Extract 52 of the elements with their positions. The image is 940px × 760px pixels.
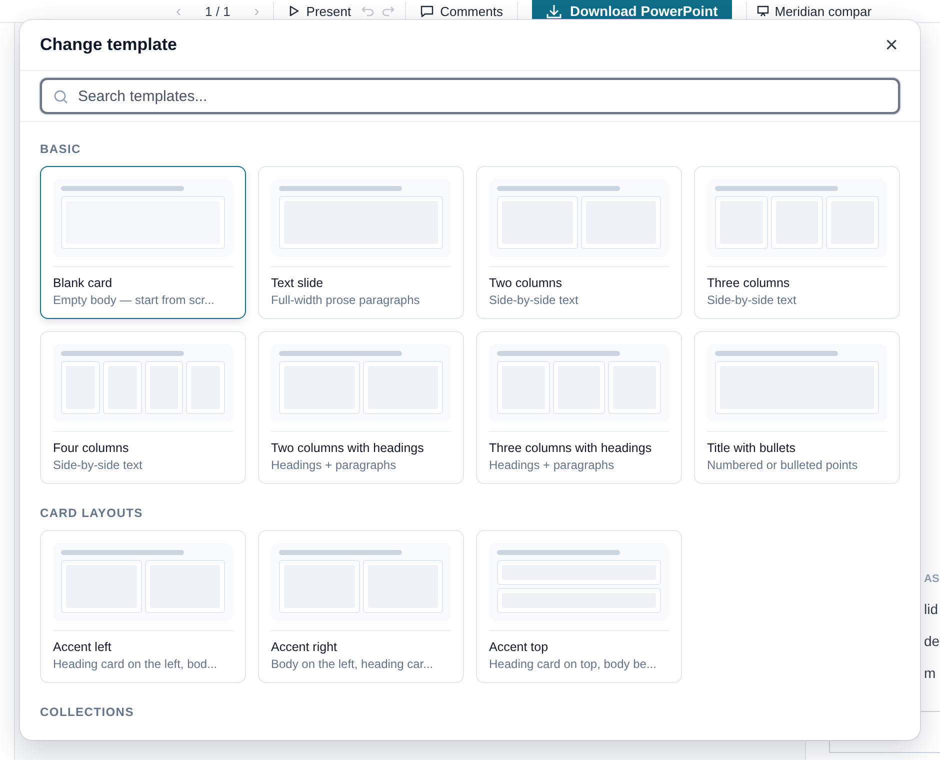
- card-title: Blank card: [53, 266, 233, 290]
- section-heading: BASIC: [40, 142, 82, 156]
- card-title: Three columns with headings: [489, 431, 669, 455]
- card-description: Side-by-side text: [489, 293, 580, 307]
- speech-bubble-icon: [420, 4, 434, 18]
- card-title: Accent right: [271, 630, 451, 654]
- card-title: Title with bullets: [707, 431, 887, 455]
- card-description: Full-width prose paragraphs: [271, 293, 421, 307]
- card-description: Heading card on the left, bod...: [53, 657, 218, 671]
- comments-button[interactable]: Comments: [420, 4, 503, 18]
- page-counter: 1 / 1: [204, 4, 232, 18]
- template-card[interactable]: Three columns with headings Headings + paragraphs: [476, 331, 682, 484]
- template-card[interactable]: Accent right Body on the left, heading car...: [258, 530, 464, 683]
- card-description: Headings + paragraphs: [271, 458, 398, 472]
- card-description: Side-by-side text: [707, 293, 798, 307]
- template-card[interactable]: Blank card Empty body — start from scr...: [40, 166, 246, 319]
- redo-icon[interactable]: [381, 5, 396, 17]
- panel-item[interactable]: lid: [924, 601, 940, 633]
- template-card[interactable]: Accent left Heading card on the left, bod...: [40, 530, 246, 683]
- card-description: Empty body — start from scr...: [53, 293, 216, 307]
- section-heading: COLLECTIONS: [40, 705, 135, 719]
- template-card[interactable]: Three columns Side-by-side text: [694, 166, 900, 319]
- card-title: Three columns: [707, 266, 887, 290]
- present-button[interactable]: Present: [288, 4, 352, 18]
- card-description: Numbered or bulleted points: [707, 458, 859, 472]
- panel-heading: AS: [924, 573, 940, 585]
- card-title: Accent top: [489, 630, 669, 654]
- section-heading: CARD LAYOUTS: [40, 506, 144, 520]
- card-description: Headings + paragraphs: [489, 458, 616, 472]
- card-description: Side-by-side text: [53, 458, 144, 472]
- card-title: Accent left: [53, 630, 233, 654]
- template-card[interactable]: Four columns Side-by-side text: [40, 331, 246, 484]
- card-title: Two columns with headings: [271, 431, 451, 455]
- play-icon: [288, 5, 300, 17]
- search-field[interactable]: Search templates...: [40, 78, 900, 114]
- card-description: Body on the left, heading car...: [271, 657, 434, 671]
- document-button[interactable]: Meridian compar: [756, 4, 872, 18]
- close-button[interactable]: ×: [883, 34, 900, 56]
- undo-icon[interactable]: [361, 5, 376, 17]
- template-card[interactable]: Two columns with headings Headings + paragraphs: [258, 331, 464, 484]
- template-card[interactable]: Text slide Full-width prose paragraphs: [258, 166, 464, 319]
- template-card[interactable]: Accent top Heading card on top, body be...: [476, 530, 682, 683]
- presentation-icon: [756, 5, 769, 17]
- card-title: Two columns: [489, 266, 669, 290]
- template-card[interactable]: Title with bullets Numbered or bulleted points: [694, 331, 900, 484]
- dialog-title: Change template: [40, 35, 177, 55]
- card-title: Four columns: [53, 431, 233, 455]
- card-title: Text slide: [271, 266, 451, 290]
- card-description: Heading card on top, body be...: [489, 657, 658, 671]
- panel-item[interactable]: m: [924, 665, 940, 697]
- template-card[interactable]: Two columns Side-by-side text: [476, 166, 682, 319]
- panel-item[interactable]: de: [924, 633, 940, 665]
